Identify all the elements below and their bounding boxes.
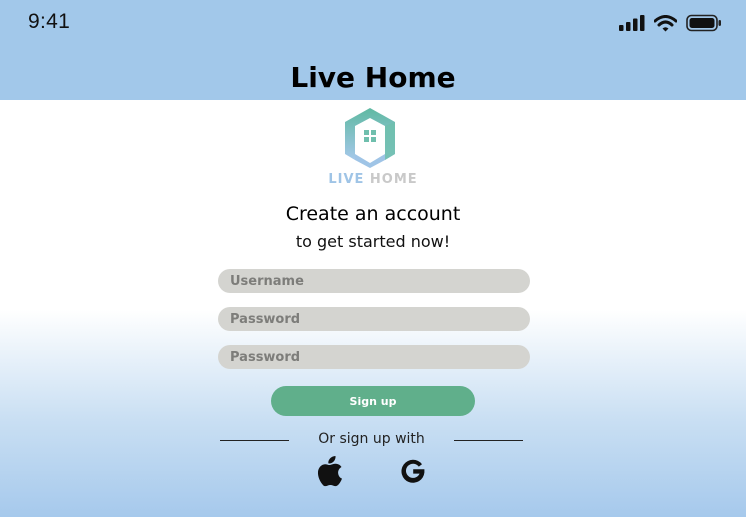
confirm-password-input[interactable] — [218, 345, 530, 369]
create-account-heading: Create an account — [285, 203, 461, 225]
battery-icon — [686, 14, 721, 32]
logo-text-home: HOME — [369, 172, 418, 187]
username-input[interactable] — [218, 269, 530, 293]
page-title: Live Home — [290, 61, 456, 94]
google-signup-button[interactable] — [396, 454, 430, 488]
logo-text-live: LIVE — [328, 172, 365, 187]
logo-wordmark: LIVE HOME — [0, 172, 746, 187]
password-input[interactable] — [218, 307, 530, 331]
header-bar: 9:41 Live Home — [0, 0, 746, 100]
apple-icon — [317, 456, 342, 487]
divider-left — [220, 440, 289, 441]
wifi-icon — [654, 14, 677, 31]
divider-right — [454, 440, 523, 441]
create-account-subheading: to get started now! — [295, 232, 451, 251]
cellular-signal-icon — [619, 15, 645, 31]
status-icons — [619, 14, 722, 32]
sign-up-button[interactable]: Sign up — [271, 386, 475, 416]
status-time: 9:41 — [28, 10, 71, 33]
alt-signup-text: Or sign up with — [318, 431, 425, 447]
google-icon — [401, 459, 425, 483]
apple-signup-button[interactable] — [313, 454, 347, 488]
